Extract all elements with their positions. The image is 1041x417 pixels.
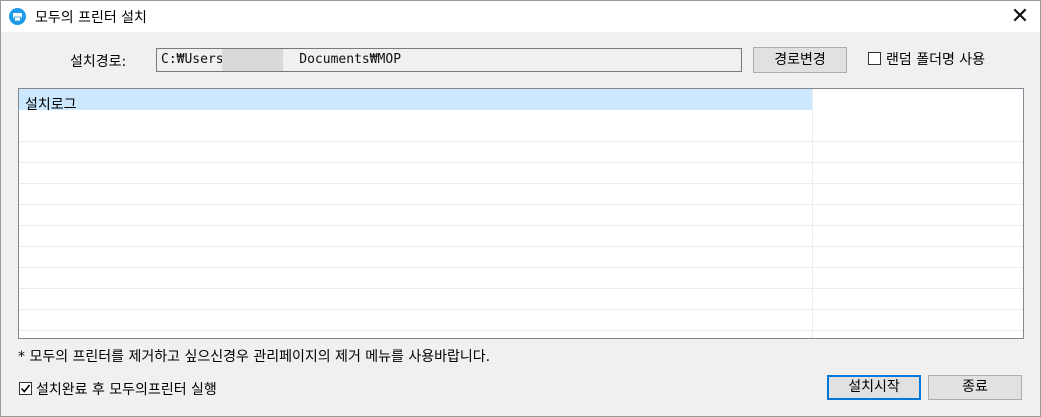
change-path-button[interactable]: 경로변경	[753, 47, 847, 73]
printer-app-icon	[9, 8, 26, 25]
exit-button[interactable]: 종료	[928, 375, 1022, 400]
log-row	[19, 205, 1023, 226]
window-title: 모두의 프린터 설치	[35, 10, 147, 26]
log-column-divider	[812, 89, 813, 338]
log-row	[19, 142, 1023, 163]
install-path-prefix: C:₩Users	[161, 52, 224, 67]
title-bar: 모두의 프린터 설치 ✕	[1, 1, 1040, 32]
random-folder-label: 랜덤 폴더명 사용	[886, 52, 986, 68]
log-row	[19, 121, 1023, 142]
install-path-suffix: Documents₩MOP	[299, 52, 402, 67]
log-row	[19, 247, 1023, 268]
close-icon[interactable]: ✕	[1005, 3, 1035, 30]
run-after-install-checkbox[interactable]	[19, 382, 32, 395]
random-folder-checkbox[interactable]	[868, 52, 881, 65]
start-install-button[interactable]: 설치시작	[827, 375, 921, 400]
redacted-username	[222, 49, 283, 71]
checkmark-icon	[20, 384, 31, 393]
run-after-install-label: 설치완료 후 모두의프린터 실행	[36, 382, 217, 398]
installer-window: 모두의 프린터 설치 ✕ 설치경로: C:₩Users Documents₩MO…	[0, 0, 1041, 417]
log-row	[19, 289, 1023, 310]
log-row	[19, 310, 1023, 331]
log-row	[19, 184, 1023, 205]
log-row	[19, 268, 1023, 289]
uninstall-notice: * 모두의 프린터를 제거하고 싶으신경우 관리페이지의 제거 메뉴를 사용바랍…	[18, 349, 491, 365]
log-row	[19, 226, 1023, 247]
log-column-header: 설치로그	[19, 89, 812, 113]
install-path-label: 설치경로:	[70, 54, 127, 70]
log-row	[19, 163, 1023, 184]
install-log-list[interactable]: 설치로그	[18, 88, 1024, 339]
